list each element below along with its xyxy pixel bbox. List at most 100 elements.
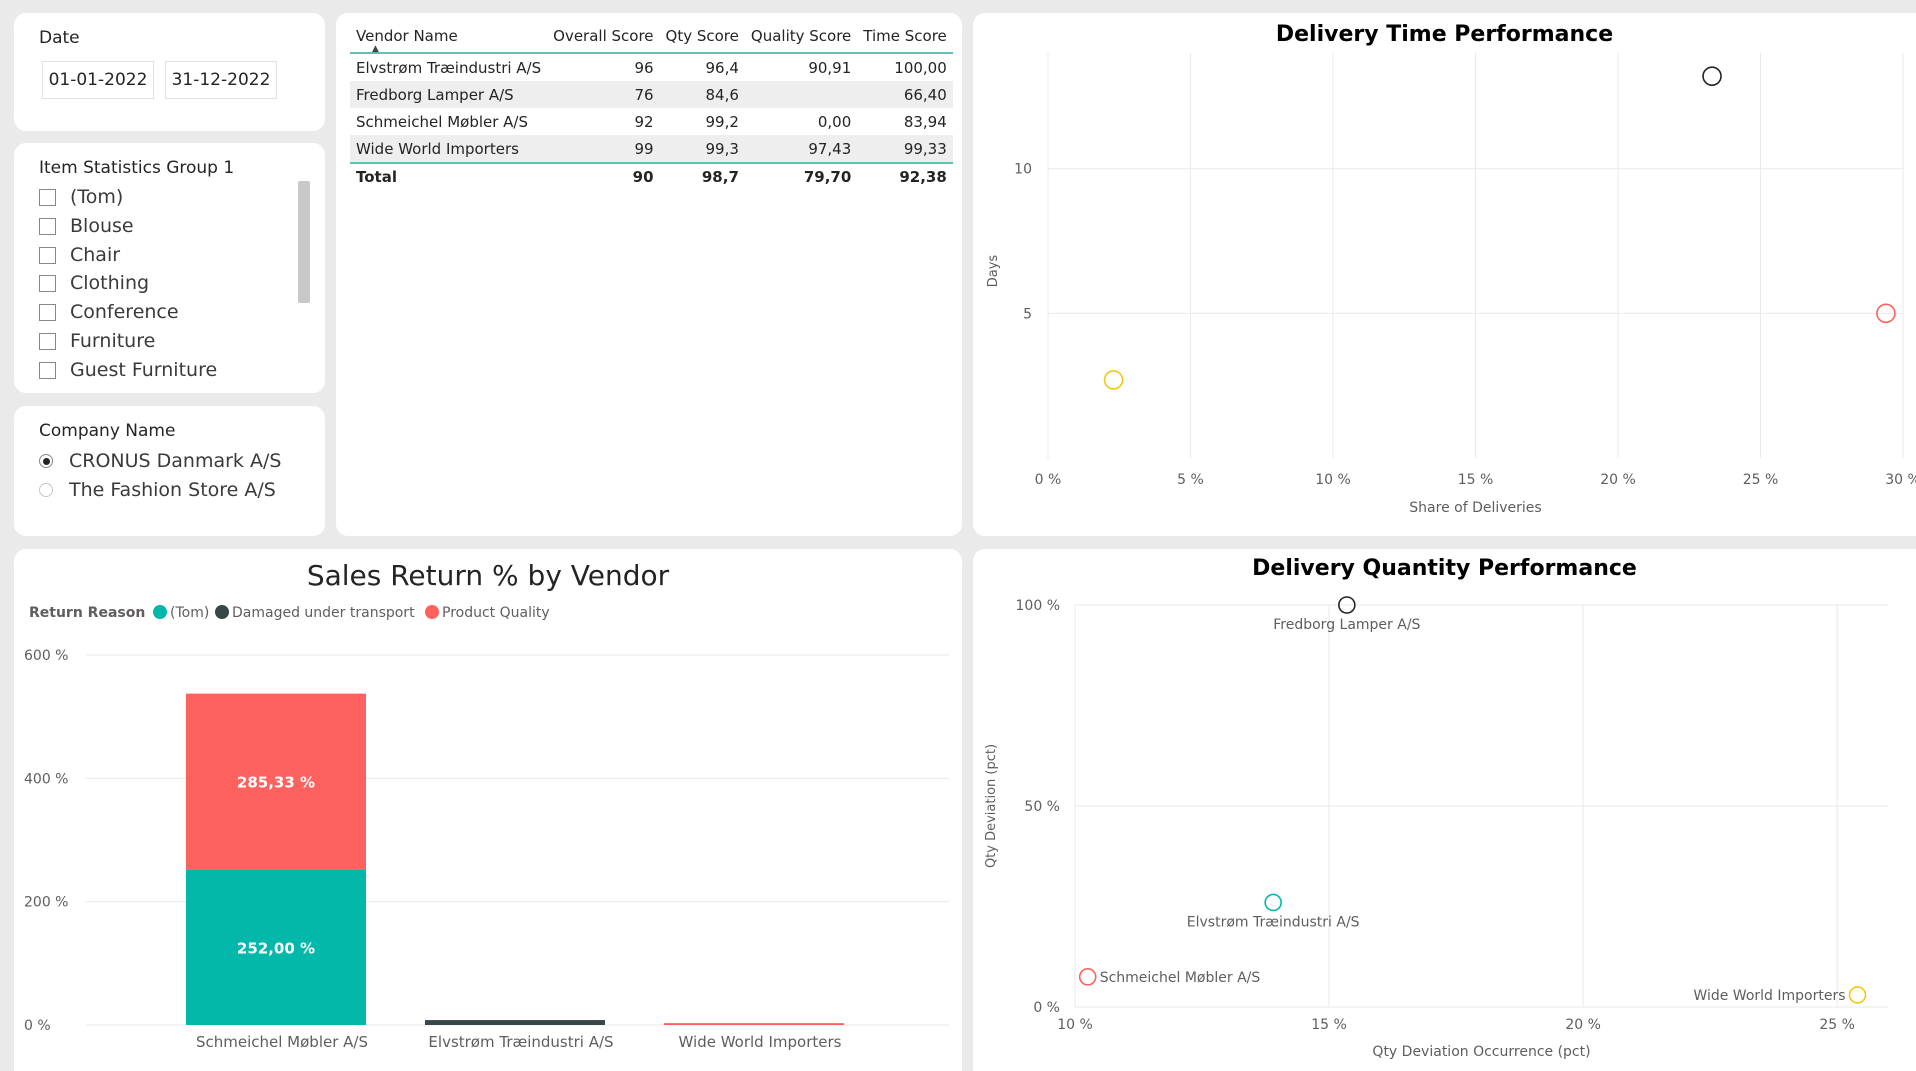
x-tick-label: 0 % <box>1035 472 1062 488</box>
item-option-label: Blouse <box>70 215 134 237</box>
point-data-label: Fredborg Lamper A/S <box>1273 617 1420 633</box>
item-option[interactable]: Furniture <box>39 328 155 354</box>
legend-label[interactable]: (Tom) <box>170 605 209 621</box>
scatter-point[interactable] <box>1848 986 1867 1004</box>
sales-return-bar-chart: Return Reason (Tom) Damaged under transpor… <box>24 605 949 1051</box>
column-header-qty-score[interactable]: Qty Score <box>660 27 745 53</box>
x-tick-label: 20 % <box>1565 1017 1601 1033</box>
checkbox[interactable] <box>39 361 56 379</box>
item-option[interactable]: Clothing <box>39 270 149 296</box>
table-total-row: Total 90 98,7 79,70 92,38 <box>350 163 953 190</box>
x-tick-label: 20 % <box>1600 472 1636 488</box>
slicer-scrollbar[interactable] <box>298 181 310 303</box>
radio-unselected[interactable] <box>39 483 53 497</box>
table-cell: 84,6 <box>659 81 745 108</box>
table-cell: 66,40 <box>857 81 953 108</box>
company-option-label: CRONUS Danmark A/S <box>69 450 282 472</box>
column-header-vendor-name[interactable]: Vendor Name ▲ <box>350 27 547 54</box>
item-option[interactable]: (Tom) <box>39 184 123 210</box>
table-cell: 92,38 <box>899 168 947 186</box>
checkbox[interactable] <box>39 332 56 350</box>
table-cell <box>744 81 858 108</box>
table-row[interactable]: Schmeichel Møbler A/S 92 99,2 0,00 83,94 <box>350 108 953 135</box>
company-slicer: Company Name CRONUS Danmark A/S The Fash… <box>14 406 325 536</box>
table-row[interactable]: Wide World Importers 99 99,3 97,43 99,33 <box>350 135 953 163</box>
bar-segment[interactable] <box>664 1023 844 1025</box>
radio-selected[interactable] <box>39 454 53 468</box>
legend-marker <box>153 605 167 619</box>
table-cell: 99,2 <box>705 112 739 131</box>
table-cell: 97,43 <box>744 135 858 163</box>
y-axis-title: Qty Deviation (pct) <box>984 744 999 868</box>
item-option-label: Clothing <box>70 272 150 294</box>
item-option[interactable]: Guest Furniture <box>39 357 217 383</box>
column-header-overall-score[interactable]: Overall Score <box>547 27 659 53</box>
start-date-input[interactable]: 01-01-2022 <box>42 61 154 99</box>
table-cell: Fredborg Lamper A/S <box>350 81 548 108</box>
item-slicer-title: Item Statistics Group 1 <box>39 158 235 178</box>
date-slicer-title: Date <box>39 28 80 48</box>
x-tick-label: Elvstrøm Træindustri A/S <box>428 1033 613 1051</box>
table-cell: 100,00 <box>894 58 947 77</box>
point-data-label: Schmeichel Møbler A/S <box>1100 970 1261 986</box>
table-cell: 92 <box>634 112 654 131</box>
table-cell: 90,91 <box>808 58 852 77</box>
table-cell: 98,7 <box>701 168 739 186</box>
bar-segment[interactable] <box>425 1020 605 1025</box>
point-data-label: Elvstrøm Træindustri A/S <box>1187 914 1360 930</box>
vendor-score-table: Vendor Name ▲ Overall Score Qty Score Qua… <box>336 13 962 536</box>
item-option[interactable]: Blouse <box>39 213 134 239</box>
item-option[interactable]: Conference <box>39 299 179 325</box>
checkbox[interactable] <box>39 303 56 321</box>
scatter-point[interactable] <box>1078 968 1097 986</box>
scatter-point[interactable] <box>1103 370 1124 390</box>
y-tick-label: 100 % <box>1016 598 1060 614</box>
x-axis-title: Qty Deviation Occurrence (pct) <box>1372 1044 1590 1060</box>
end-date-input[interactable]: 31-12-2022 <box>165 61 277 99</box>
checkbox[interactable] <box>39 217 56 235</box>
x-tick-label: Schmeichel Møbler A/S <box>196 1033 368 1051</box>
checkbox[interactable] <box>39 188 56 206</box>
y-axis-title: Days <box>986 255 1001 288</box>
vendor-table: Vendor Name ▲ Overall Score Qty Score Qua… <box>350 27 953 190</box>
y-tick-label: 600 % <box>24 648 68 664</box>
y-tick-label: 50 % <box>1024 799 1060 815</box>
date-slicer: Date 01-01-2022 31-12-2022 <box>14 13 325 131</box>
item-statistics-slicer: Item Statistics Group 1 (Tom) Blouse Cha… <box>14 143 325 393</box>
x-tick-label: Wide World Importers <box>679 1033 842 1051</box>
item-option-label: Conference <box>70 301 179 323</box>
scatter-point[interactable] <box>1264 893 1282 912</box>
checkbox[interactable] <box>39 274 56 292</box>
legend-marker <box>425 605 439 619</box>
delivery-qty-chart-card: Delivery Quantity Performance 10 % 15 % 20… <box>973 549 1916 1071</box>
table-cell: 76 <box>547 81 660 108</box>
sort-ascending-icon: ▲ <box>372 44 379 54</box>
bar-data-label: 252,00 % <box>237 939 315 957</box>
x-tick-label: 15 % <box>1458 472 1494 488</box>
y-tick-label: 200 % <box>24 895 68 911</box>
x-tick-label: 5 % <box>1177 472 1204 488</box>
table-cell: 83,94 <box>903 112 947 131</box>
item-option[interactable]: Chair <box>39 242 120 268</box>
legend-label[interactable]: Product Quality <box>442 605 550 621</box>
column-header-quality-score[interactable]: Quality Score <box>745 27 857 53</box>
table-cell: Total <box>356 168 397 186</box>
column-header-time-score[interactable]: Time Score <box>857 27 953 53</box>
y-tick-label: 0 % <box>24 1018 51 1034</box>
company-option-cronus[interactable]: CRONUS Danmark A/S <box>39 448 281 474</box>
x-tick-label: 25 % <box>1743 472 1779 488</box>
table-row[interactable]: Elvstrøm Træindustri A/S 96 96,4 90,91 1… <box>350 53 953 81</box>
checkbox[interactable] <box>39 246 56 264</box>
legend-label[interactable]: Damaged under transport <box>232 605 415 621</box>
item-option-label: (Tom) <box>70 186 124 208</box>
x-tick-label: 25 % <box>1819 1017 1855 1033</box>
table-cell: Elvstrøm Træindustri A/S <box>356 58 542 77</box>
table-row[interactable]: Fredborg Lamper A/S 76 84,6 66,40 <box>350 81 953 108</box>
item-option-label: Guest Furniture <box>70 359 218 381</box>
scatter-point[interactable] <box>1702 66 1722 86</box>
bar-data-label: 285,33 % <box>237 774 315 792</box>
sales-return-chart-card: Sales Return % by Vendor Return Reason (T… <box>14 549 962 1071</box>
x-axis-title: Share of Deliveries <box>1409 500 1541 516</box>
company-option-fashion-store[interactable]: The Fashion Store A/S <box>39 477 276 503</box>
company-option-label: The Fashion Store A/S <box>69 479 276 501</box>
